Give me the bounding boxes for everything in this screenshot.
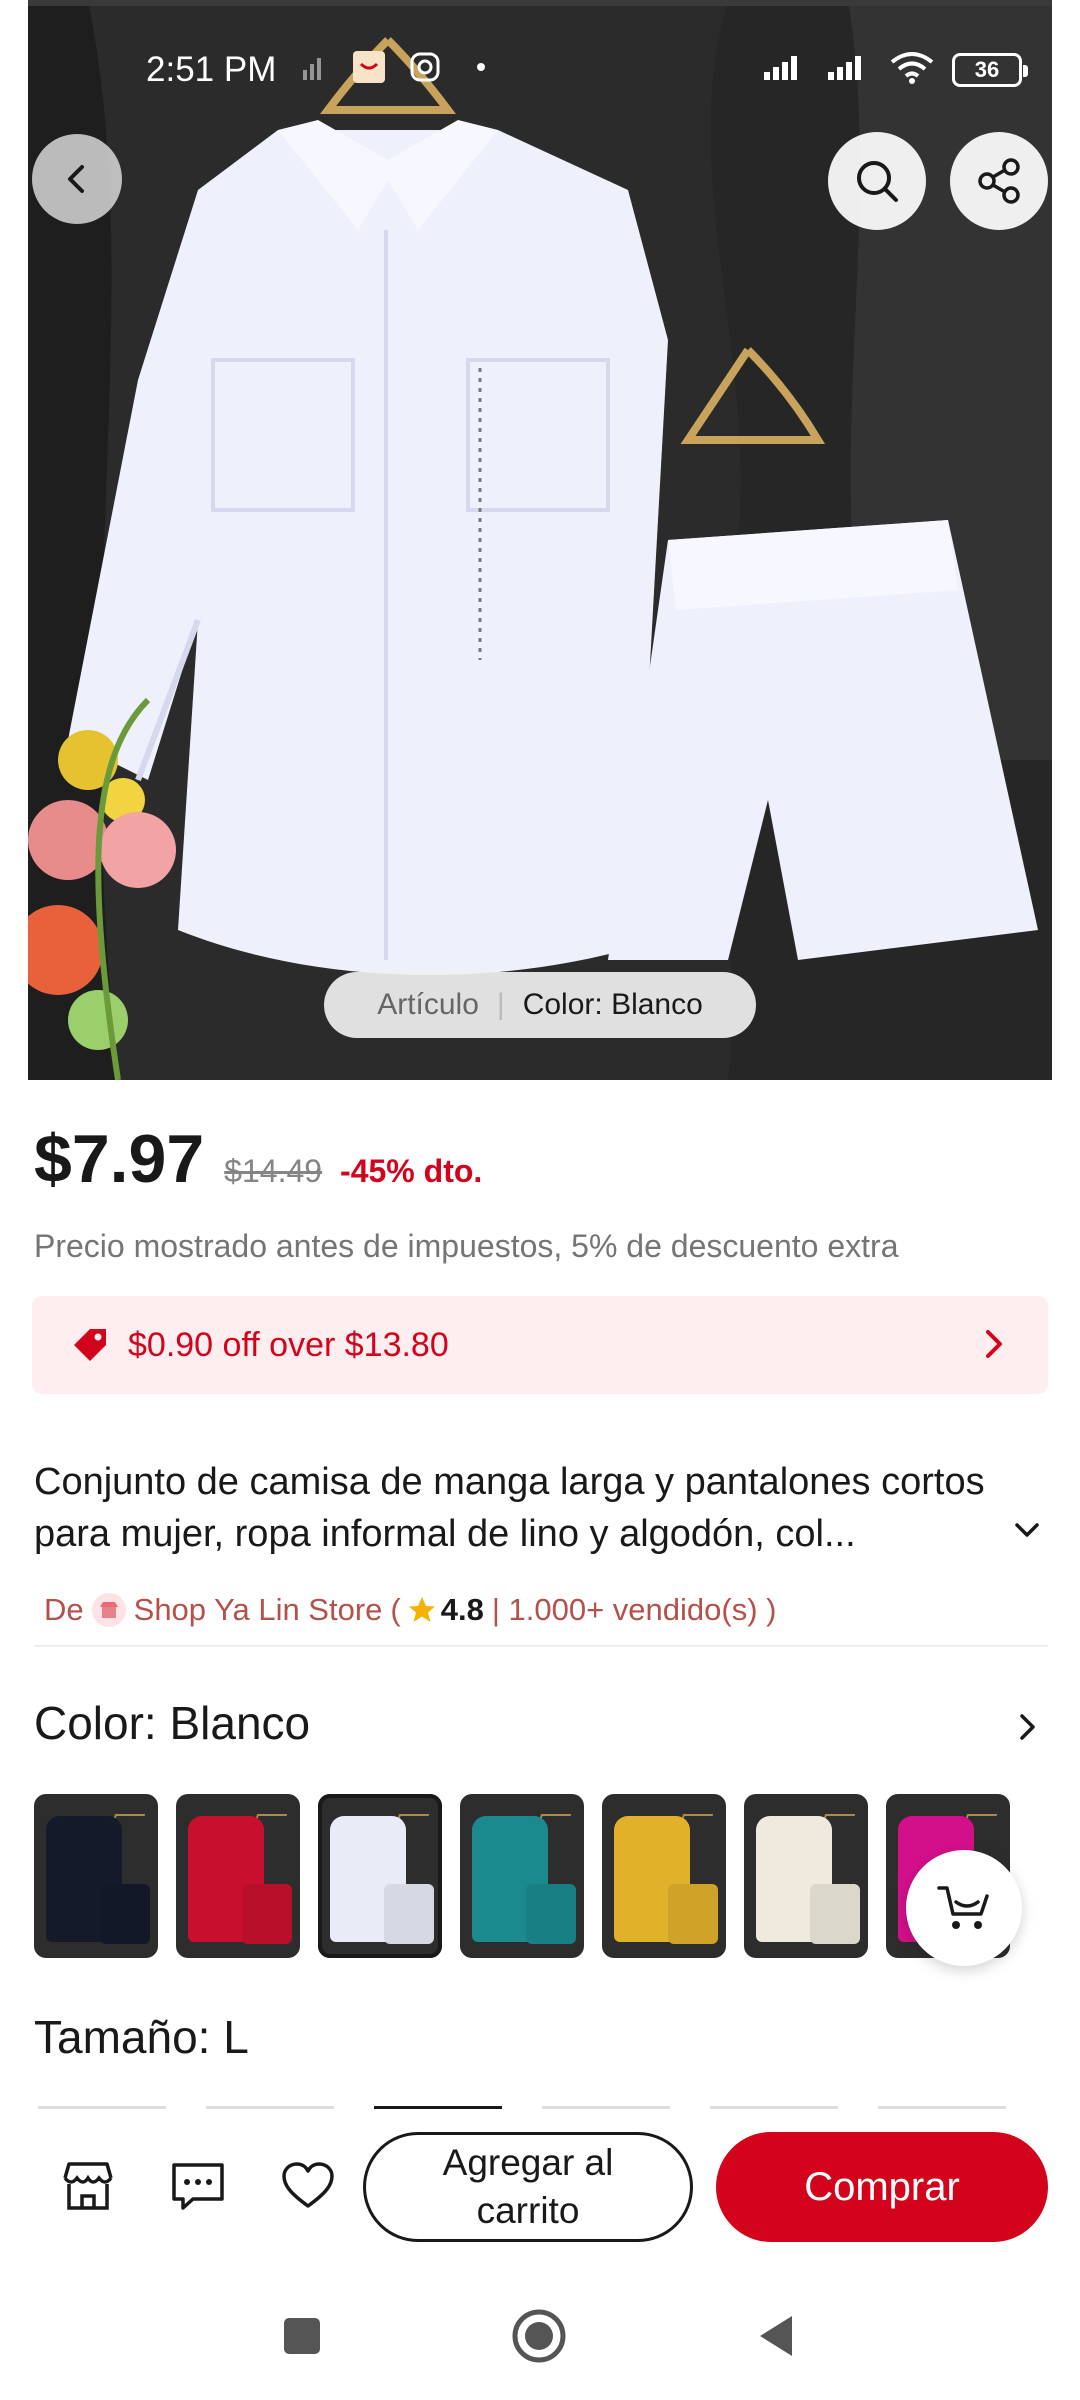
- color-swatch[interactable]: [176, 1794, 300, 1958]
- tag-icon: [74, 1329, 106, 1361]
- share-button[interactable]: [950, 132, 1048, 230]
- swatch-shorts: [810, 1884, 860, 1944]
- size-option-stub[interactable]: [206, 2106, 334, 2109]
- size-options-partial: [38, 2106, 1046, 2109]
- store-link[interactable]: De Shop Ya Lin Store ( 4.8 | 1.000+ vend…: [44, 1592, 776, 1628]
- pill-item-tab[interactable]: Artículo: [377, 988, 479, 1022]
- cell-signal-2-icon: [826, 52, 872, 87]
- size-option-stub[interactable]: [878, 2106, 1006, 2109]
- current-price: $7.97: [34, 1121, 205, 1197]
- discount-badge: -45% dto.: [340, 1153, 483, 1189]
- search-icon: [857, 161, 898, 202]
- store-icon: [91, 1593, 126, 1627]
- status-notification-icons: [296, 50, 498, 84]
- battery-icon: 36: [952, 52, 1028, 87]
- status-bar: 2:51 PM 36: [0, 0, 1080, 140]
- color-swatch[interactable]: [318, 1794, 442, 1958]
- size-option-stub[interactable]: [542, 2106, 670, 2109]
- share-icon: [978, 158, 1020, 204]
- product-image-area[interactable]: 2:51 PM 36 Artículo | Color: Blanco: [0, 0, 1080, 1080]
- chevron-right-icon[interactable]: [1014, 1710, 1040, 1744]
- chevron-down-icon[interactable]: [1012, 1518, 1042, 1542]
- size-option-stub[interactable]: [710, 2106, 838, 2109]
- add-to-cart-button[interactable]: Agregar al carrito: [363, 2132, 693, 2242]
- store-sold-count: | 1.000+ vendido(s) ): [491, 1592, 777, 1627]
- divider: [34, 1645, 1048, 1647]
- shopping-app-icon: [352, 50, 386, 84]
- notification-dot-icon: [464, 50, 498, 84]
- color-section-title: Color: Blanco: [34, 1697, 311, 1749]
- color-swatch[interactable]: [744, 1794, 868, 1958]
- search-button[interactable]: [828, 132, 926, 230]
- tax-note: Precio mostrado antes de impuestos, 5% d…: [34, 1228, 899, 1264]
- system-back-button[interactable]: [746, 2306, 806, 2366]
- floating-cart-button[interactable]: [906, 1850, 1022, 1966]
- chevron-left-icon: [68, 165, 84, 193]
- swatch-shorts: [100, 1884, 150, 1944]
- heart-icon: [282, 2162, 334, 2208]
- storefront-icon: [63, 2162, 113, 2210]
- color-swatch[interactable]: [460, 1794, 584, 1958]
- image-category-pill: Artículo | Color: Blanco: [324, 972, 756, 1038]
- coupon-banner[interactable]: $0.90 off over $13.80: [32, 1296, 1048, 1394]
- color-swatch-list: [34, 1794, 1010, 1958]
- wifi-icon: [890, 50, 934, 89]
- coupon-text: $0.90 off over $13.80: [128, 1325, 449, 1364]
- square-icon: [284, 2318, 320, 2354]
- swatch-shorts: [668, 1884, 718, 1944]
- instagram-icon: [408, 50, 442, 84]
- store-button[interactable]: [58, 2156, 118, 2216]
- home-circle-icon: [512, 2309, 566, 2363]
- buy-now-button[interactable]: Comprar: [716, 2132, 1048, 2242]
- chevron-right-icon: [986, 1330, 1002, 1358]
- bottom-action-bar: Agregar al carrito Comprar: [0, 2112, 1080, 2262]
- wishlist-button[interactable]: [278, 2156, 338, 2216]
- price-row: $7.97 $14.49 -45% dto.: [34, 1120, 482, 1198]
- message-icon: [172, 2163, 224, 2210]
- store-rating: 4.8: [440, 1592, 484, 1627]
- home-button[interactable]: [509, 2306, 569, 2366]
- status-time: 2:51 PM: [146, 50, 277, 89]
- recent-apps-button[interactable]: [272, 2306, 332, 2366]
- product-title[interactable]: Conjunto de camisa de manga larga y pant…: [34, 1456, 1024, 1560]
- store-name: Shop Ya Lin Store: [133, 1592, 383, 1627]
- original-price: $14.49: [224, 1153, 323, 1189]
- pill-separator: |: [496, 988, 505, 1021]
- store-prefix: De: [44, 1592, 84, 1627]
- swatch-shorts: [242, 1884, 292, 1944]
- system-navigation-bar: [0, 2262, 1080, 2400]
- color-swatch[interactable]: [34, 1794, 158, 1958]
- cell-signal-icon: [762, 52, 808, 87]
- back-button[interactable]: [32, 134, 122, 224]
- sim-signal-icon: [296, 50, 330, 84]
- color-swatch[interactable]: [602, 1794, 726, 1958]
- swatch-shorts: [526, 1884, 576, 1944]
- star-icon: [408, 1597, 435, 1622]
- status-system-icons: 36: [762, 50, 1028, 89]
- cart-icon: [937, 1886, 989, 1929]
- triangle-back-icon: [760, 2316, 792, 2356]
- size-option-stub[interactable]: [38, 2106, 166, 2109]
- store-open-paren: (: [390, 1592, 401, 1627]
- size-option-stub-selected[interactable]: [374, 2106, 502, 2109]
- pill-color-tab[interactable]: Color: Blanco: [523, 988, 703, 1022]
- size-section-title: Tamaño: L: [34, 2011, 249, 2063]
- swatch-shorts: [384, 1884, 434, 1944]
- chat-button[interactable]: [168, 2156, 228, 2216]
